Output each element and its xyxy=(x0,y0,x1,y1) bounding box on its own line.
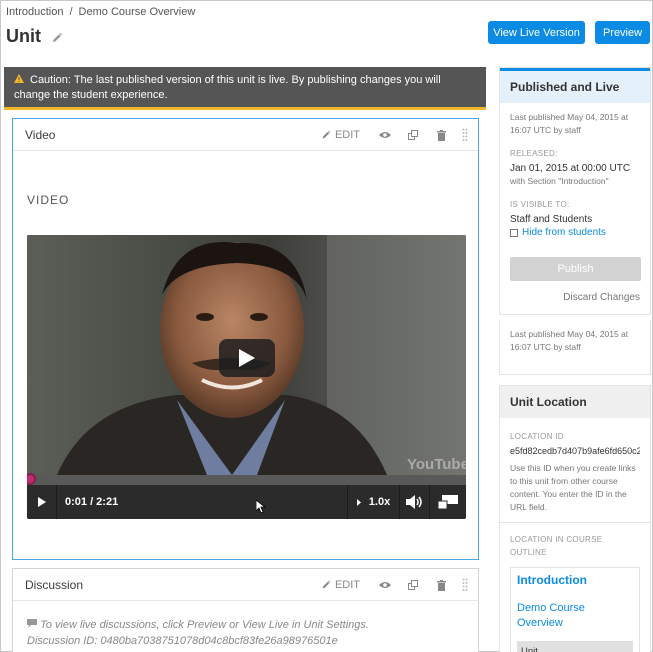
volume-icon xyxy=(405,495,422,509)
discussion-info-line: To view live discussions, click Preview … xyxy=(27,617,369,633)
last-published-body: Last published May 04, 2015 at 16:07 UTC… xyxy=(500,320,650,362)
video-controls: 0:01 / 2:21 1.0x xyxy=(27,485,466,519)
drag-handle-icon[interactable] xyxy=(462,578,470,592)
discard-changes-link[interactable]: Discard Changes xyxy=(510,291,640,304)
video-component-header: Video EDIT xyxy=(13,119,478,151)
pencil-icon xyxy=(322,130,331,139)
discussion-info-text: To view live discussions, click Preview … xyxy=(40,619,369,631)
video-heading: VIDEO xyxy=(27,193,70,207)
breadcrumb-separator: / xyxy=(69,6,73,18)
outline-unit: Unit xyxy=(517,641,633,652)
discussion-component: Discussion EDIT To view live discussions… xyxy=(12,568,479,652)
youtube-watermark[interactable]: YouTube xyxy=(407,456,466,473)
last-published-text: Last published May 04, 2015 at 16:07 UTC… xyxy=(510,329,629,352)
eye-icon[interactable] xyxy=(378,578,392,592)
discussion-component-name: Discussion xyxy=(25,577,84,592)
unit-location-body: LOCATION ID e5fd82cedb7d407b9afe6fd650c2… xyxy=(500,418,650,652)
publish-status-title: Published and Live xyxy=(500,68,650,103)
eye-icon[interactable] xyxy=(378,128,392,142)
breadcrumb: Introduction / Demo Course Overview xyxy=(6,6,195,18)
play-icon xyxy=(37,497,46,507)
caution-banner: Caution: The last published version of t… xyxy=(4,67,486,110)
publish-status-body: Last published May 04, 2015 at 16:07 UTC… xyxy=(500,103,650,312)
play-icon xyxy=(239,349,255,367)
visibility-caption: IS VISIBLE TO: xyxy=(510,200,570,209)
volume-button[interactable] xyxy=(399,485,429,519)
page-title: Unit xyxy=(6,26,41,46)
discussion-id: Discussion ID: 0480ba7038751078d04c8bcf8… xyxy=(27,635,338,647)
divider xyxy=(500,522,650,523)
pencil-icon xyxy=(322,580,331,589)
last-published-card: Last published May 04, 2015 at 16:07 UTC… xyxy=(499,320,651,375)
video-component: Video EDIT VIDEO YouTube 0:01 / 2:21 1.0… xyxy=(12,118,479,560)
caution-text: Caution: The last published version of t… xyxy=(14,74,441,101)
mouse-cursor-icon xyxy=(256,500,266,514)
unit-location-card: Unit Location LOCATION ID e5fd82cedb7d40… xyxy=(499,385,651,652)
publish-status-card: Published and Live Last published May 04… xyxy=(499,67,651,315)
outline-subsection-link[interactable]: Demo Course Overview xyxy=(517,601,633,631)
progress-knob[interactable] xyxy=(27,473,36,485)
discussion-info: To view live discussions, click Preview … xyxy=(27,617,369,649)
edit-button[interactable]: EDIT xyxy=(321,579,360,591)
edit-button[interactable]: EDIT xyxy=(321,129,360,141)
trash-icon[interactable] xyxy=(434,578,448,592)
location-id-value[interactable]: e5fd82cedb7d407b9afe6fd650c2 xyxy=(510,445,640,458)
view-live-version-button[interactable]: View Live Version xyxy=(488,21,585,44)
pencil-icon[interactable] xyxy=(51,31,63,43)
trash-icon[interactable] xyxy=(434,128,448,142)
video-player[interactable]: YouTube 0:01 / 2:21 1.0x xyxy=(27,235,466,519)
outline-caption: LOCATION IN COURSE OUTLINE xyxy=(510,535,603,557)
course-outline-tree: Introduction Demo Course Overview Unit xyxy=(510,567,640,652)
comment-icon xyxy=(27,619,37,628)
checkbox-icon[interactable] xyxy=(510,228,518,237)
visibility-value: Staff and Students xyxy=(510,214,593,225)
video-time: 0:01 / 2:21 xyxy=(65,496,119,508)
released-caption: RELEASED: xyxy=(510,149,558,158)
outline-section-link[interactable]: Introduction xyxy=(517,574,633,587)
location-id-help: Use this ID when you create links to thi… xyxy=(510,463,636,512)
warning-icon xyxy=(14,73,24,88)
breadcrumb-section[interactable]: Introduction xyxy=(6,6,63,18)
speed-control[interactable]: 1.0x xyxy=(347,485,399,519)
publish-button[interactable]: Publish xyxy=(510,257,641,281)
edit-label: EDIT xyxy=(334,579,360,591)
video-component-name: Video xyxy=(25,127,56,142)
duplicate-icon[interactable] xyxy=(406,128,420,142)
last-published-text: Last published May 04, 2015 at 16:07 UTC… xyxy=(510,112,629,135)
breadcrumb-subsection[interactable]: Demo Course Overview xyxy=(79,6,196,18)
discussion-component-actions: EDIT xyxy=(321,578,470,592)
preview-button[interactable]: Preview xyxy=(595,21,650,44)
drag-handle-icon[interactable] xyxy=(462,128,470,142)
fullscreen-icon xyxy=(438,495,458,509)
speed-value: 1.0x xyxy=(368,496,391,508)
edit-label: EDIT xyxy=(334,129,360,141)
location-id-caption: LOCATION ID xyxy=(510,432,564,441)
video-component-actions: EDIT xyxy=(321,128,470,142)
released-date: Jan 01, 2015 at 00:00 UTC xyxy=(510,163,631,174)
play-button[interactable] xyxy=(27,485,57,519)
hide-from-students-checkbox[interactable]: Hide from students xyxy=(510,226,640,239)
video-progress-bar[interactable] xyxy=(27,473,466,485)
title-row: Unit xyxy=(6,26,63,47)
discussion-component-header: Discussion EDIT xyxy=(13,569,478,601)
hide-from-students-label[interactable]: Hide from students xyxy=(522,226,606,239)
fullscreen-button[interactable] xyxy=(429,485,466,519)
play-overlay-button[interactable] xyxy=(219,339,275,377)
caret-right-icon xyxy=(356,498,361,506)
duplicate-icon[interactable] xyxy=(406,578,420,592)
released-note: with Section "Introduction" xyxy=(510,176,609,186)
unit-location-title: Unit Location xyxy=(500,386,650,418)
